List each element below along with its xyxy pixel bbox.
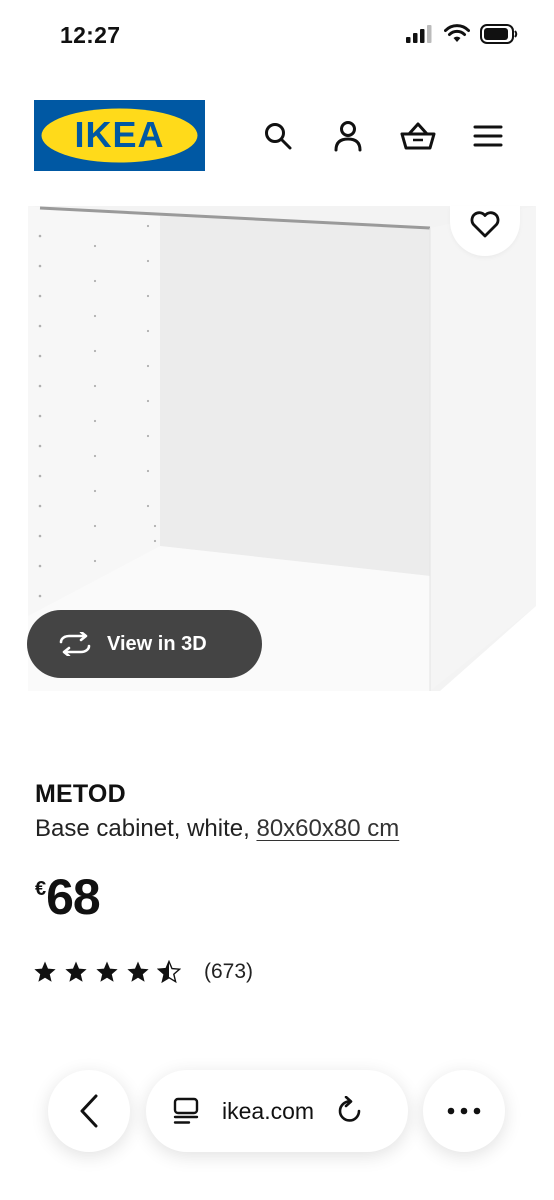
price-currency: € <box>35 878 47 900</box>
account-icon <box>334 121 362 152</box>
more-button[interactable] <box>423 1070 505 1152</box>
product-description: Base cabinet, white, 80x60x80 cm <box>35 815 399 843</box>
svg-text:IKEA: IKEA <box>74 114 164 155</box>
view-in-3d-label: View in 3D <box>107 632 207 655</box>
star-icon <box>96 961 118 982</box>
star-icon <box>65 961 87 982</box>
rating-count: (673) <box>204 960 254 983</box>
product-size-link[interactable]: 80x60x80 cm <box>256 815 399 842</box>
status-bar: 12:27 <box>0 0 554 72</box>
star-icon <box>34 961 56 982</box>
product-description-text: Base cabinet, white, <box>35 815 250 842</box>
cart-icon <box>400 122 436 150</box>
menu-icon <box>473 125 503 147</box>
ikea-logo[interactable]: IKEA <box>34 100 205 171</box>
browser-toolbar: ikea.com <box>0 1060 554 1170</box>
heart-icon <box>470 211 500 238</box>
star-icon <box>127 961 149 982</box>
back-button[interactable] <box>48 1070 130 1152</box>
status-icons <box>406 24 518 44</box>
cart-button[interactable] <box>398 116 438 156</box>
status-time: 12:27 <box>60 22 121 48</box>
product-price: € 68 <box>35 869 101 925</box>
star-half-icon <box>157 960 181 984</box>
battery-icon <box>480 24 518 44</box>
product-name: METOD <box>35 780 126 808</box>
site-header: IKEA <box>0 100 554 172</box>
url-text[interactable]: ikea.com <box>222 1098 314 1125</box>
more-icon <box>447 1107 481 1115</box>
search-button[interactable] <box>258 116 298 156</box>
signal-icon <box>406 25 432 43</box>
product-rating[interactable]: (673) <box>33 960 253 984</box>
price-amount: 68 <box>46 869 101 925</box>
account-button[interactable] <box>328 116 368 156</box>
rotate-3d-icon <box>59 632 91 656</box>
header-icons <box>258 116 508 156</box>
wifi-icon <box>444 24 470 42</box>
reload-icon[interactable] <box>336 1096 364 1126</box>
back-icon <box>80 1094 98 1128</box>
search-icon <box>265 123 292 150</box>
address-bar[interactable]: ikea.com <box>146 1070 408 1152</box>
reader-icon[interactable] <box>172 1097 200 1125</box>
menu-button[interactable] <box>468 116 508 156</box>
view-in-3d-button[interactable]: View in 3D <box>27 610 262 678</box>
